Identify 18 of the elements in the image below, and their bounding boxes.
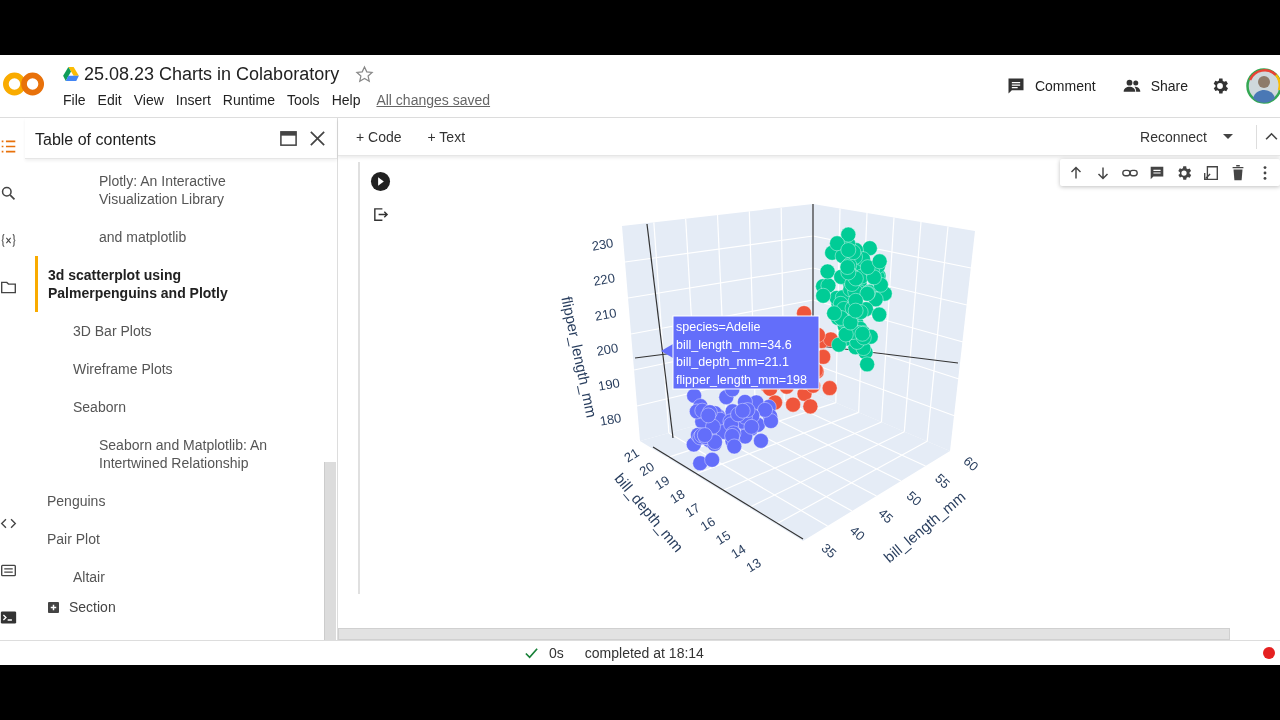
execution-time: 0s [549, 645, 564, 661]
axis-tick-label: 230 [590, 235, 615, 254]
axis-tick-label: 21 [621, 445, 642, 466]
axis-tick-label: 180 [598, 410, 623, 429]
status-message: completed at 18:14 [584, 645, 704, 661]
axis-tick-label: 190 [596, 375, 621, 394]
axis-tick-label: 35 [818, 540, 840, 562]
tooltip-line: species=Adelie [676, 320, 761, 334]
axis-tick-label: 200 [595, 340, 620, 359]
axis-tick-label: 220 [592, 270, 617, 289]
axis-tick-label: 55 [932, 470, 953, 492]
axis-tick-label: 40 [847, 522, 868, 544]
panel-title: Table of contents [35, 130, 157, 149]
axis-tick-label: 60 [960, 453, 982, 475]
tooltip-line: bill_length_mm=34.6 [676, 337, 792, 352]
axis-tick-label: 210 [593, 305, 618, 324]
tooltip-line: flipper_length_mm=198 [676, 372, 807, 387]
tooltip-line: bill_depth_mm=21.1 [676, 355, 789, 369]
